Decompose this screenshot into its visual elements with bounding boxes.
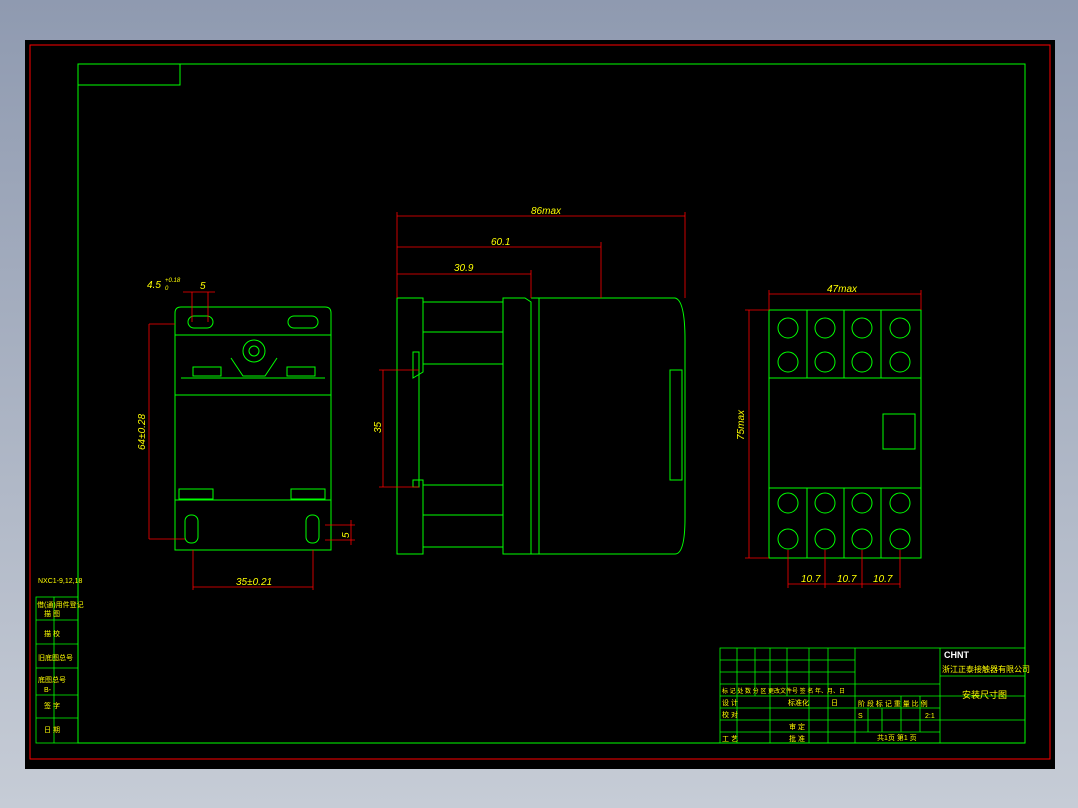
dim-4-5-tol-zero: 0 [165, 286, 169, 292]
approve-label: 批 准 [789, 734, 805, 743]
chnt-logo: CHNT [944, 650, 969, 660]
dim-5-side: 5 [341, 532, 352, 538]
corner-box [77, 63, 181, 86]
dim-10-7-c: 10.7 [873, 574, 893, 585]
outer-border [29, 44, 1051, 760]
side-view [396, 297, 686, 555]
check-label: 校 对 [722, 710, 738, 719]
left-row-2: 描 校 [44, 629, 60, 638]
revision-header: 标 记 处 数 分 区 更改文件号 签 名 年、月、日 [722, 687, 845, 695]
dim-60-1: 60.1 [491, 237, 510, 248]
dim-75: 75max [736, 409, 747, 440]
left-model-label: NXC1-9,12,18 [38, 578, 82, 585]
cad-drawing-canvas[interactable]: 4.5 +0.18 0 5 64±0.28 35±0.21 5 86max 60… [25, 40, 1055, 769]
sheet-info: 共1页 第1 页 [877, 733, 917, 742]
stage-s: S [858, 713, 863, 720]
date-short-label: 日 [831, 699, 838, 707]
dim-47: 47max [827, 284, 858, 295]
design-label: 设 计 [722, 698, 738, 707]
left-row-6: 日 期 [44, 726, 60, 734]
dim-4-5: 4.5 [147, 280, 161, 291]
left-row-5: 签 字 [44, 701, 60, 710]
dim-4-5-tol-plus: +0.18 [165, 278, 181, 284]
process-label: 工 艺 [722, 735, 738, 743]
left-side-table [35, 596, 79, 744]
scale-value: 2:1 [925, 713, 935, 720]
dim-30-9: 30.9 [454, 263, 474, 274]
left-row-1b: 描 图 [44, 609, 60, 618]
dim-86: 86max [531, 206, 562, 217]
left-row-3: 旧底图总号 [38, 653, 73, 662]
inner-frame [77, 63, 1026, 744]
front-view [174, 306, 332, 551]
dim-5-top: 5 [200, 281, 206, 292]
side-view-dimensions [379, 212, 686, 488]
top-view [768, 309, 922, 559]
dim-35-rail: 35 [373, 421, 384, 433]
dim-10-7-b: 10.7 [837, 574, 857, 585]
dim-10-7-a: 10.7 [801, 574, 821, 585]
stage-header: 阶 段 标 记 重 量 比 例 [858, 699, 928, 708]
audit-label: 审 定 [789, 722, 805, 731]
left-row-4: 底图总号 [38, 675, 66, 684]
standardize-label: 标准化 [788, 698, 809, 707]
dim-35: 35±0.21 [236, 577, 272, 588]
company-name: 浙江正泰接触器有限公司 [942, 664, 1030, 674]
left-row-1: 借(通)用件登记 [37, 600, 84, 609]
front-view-dimensions [148, 291, 355, 590]
drawing-title: 安装尺寸图 [962, 689, 1007, 700]
left-row-4b: B- [44, 687, 52, 694]
cad-drawing: 4.5 +0.18 0 5 64±0.28 35±0.21 5 86max 60… [29, 44, 1051, 760]
dim-64: 64±0.28 [137, 413, 148, 450]
